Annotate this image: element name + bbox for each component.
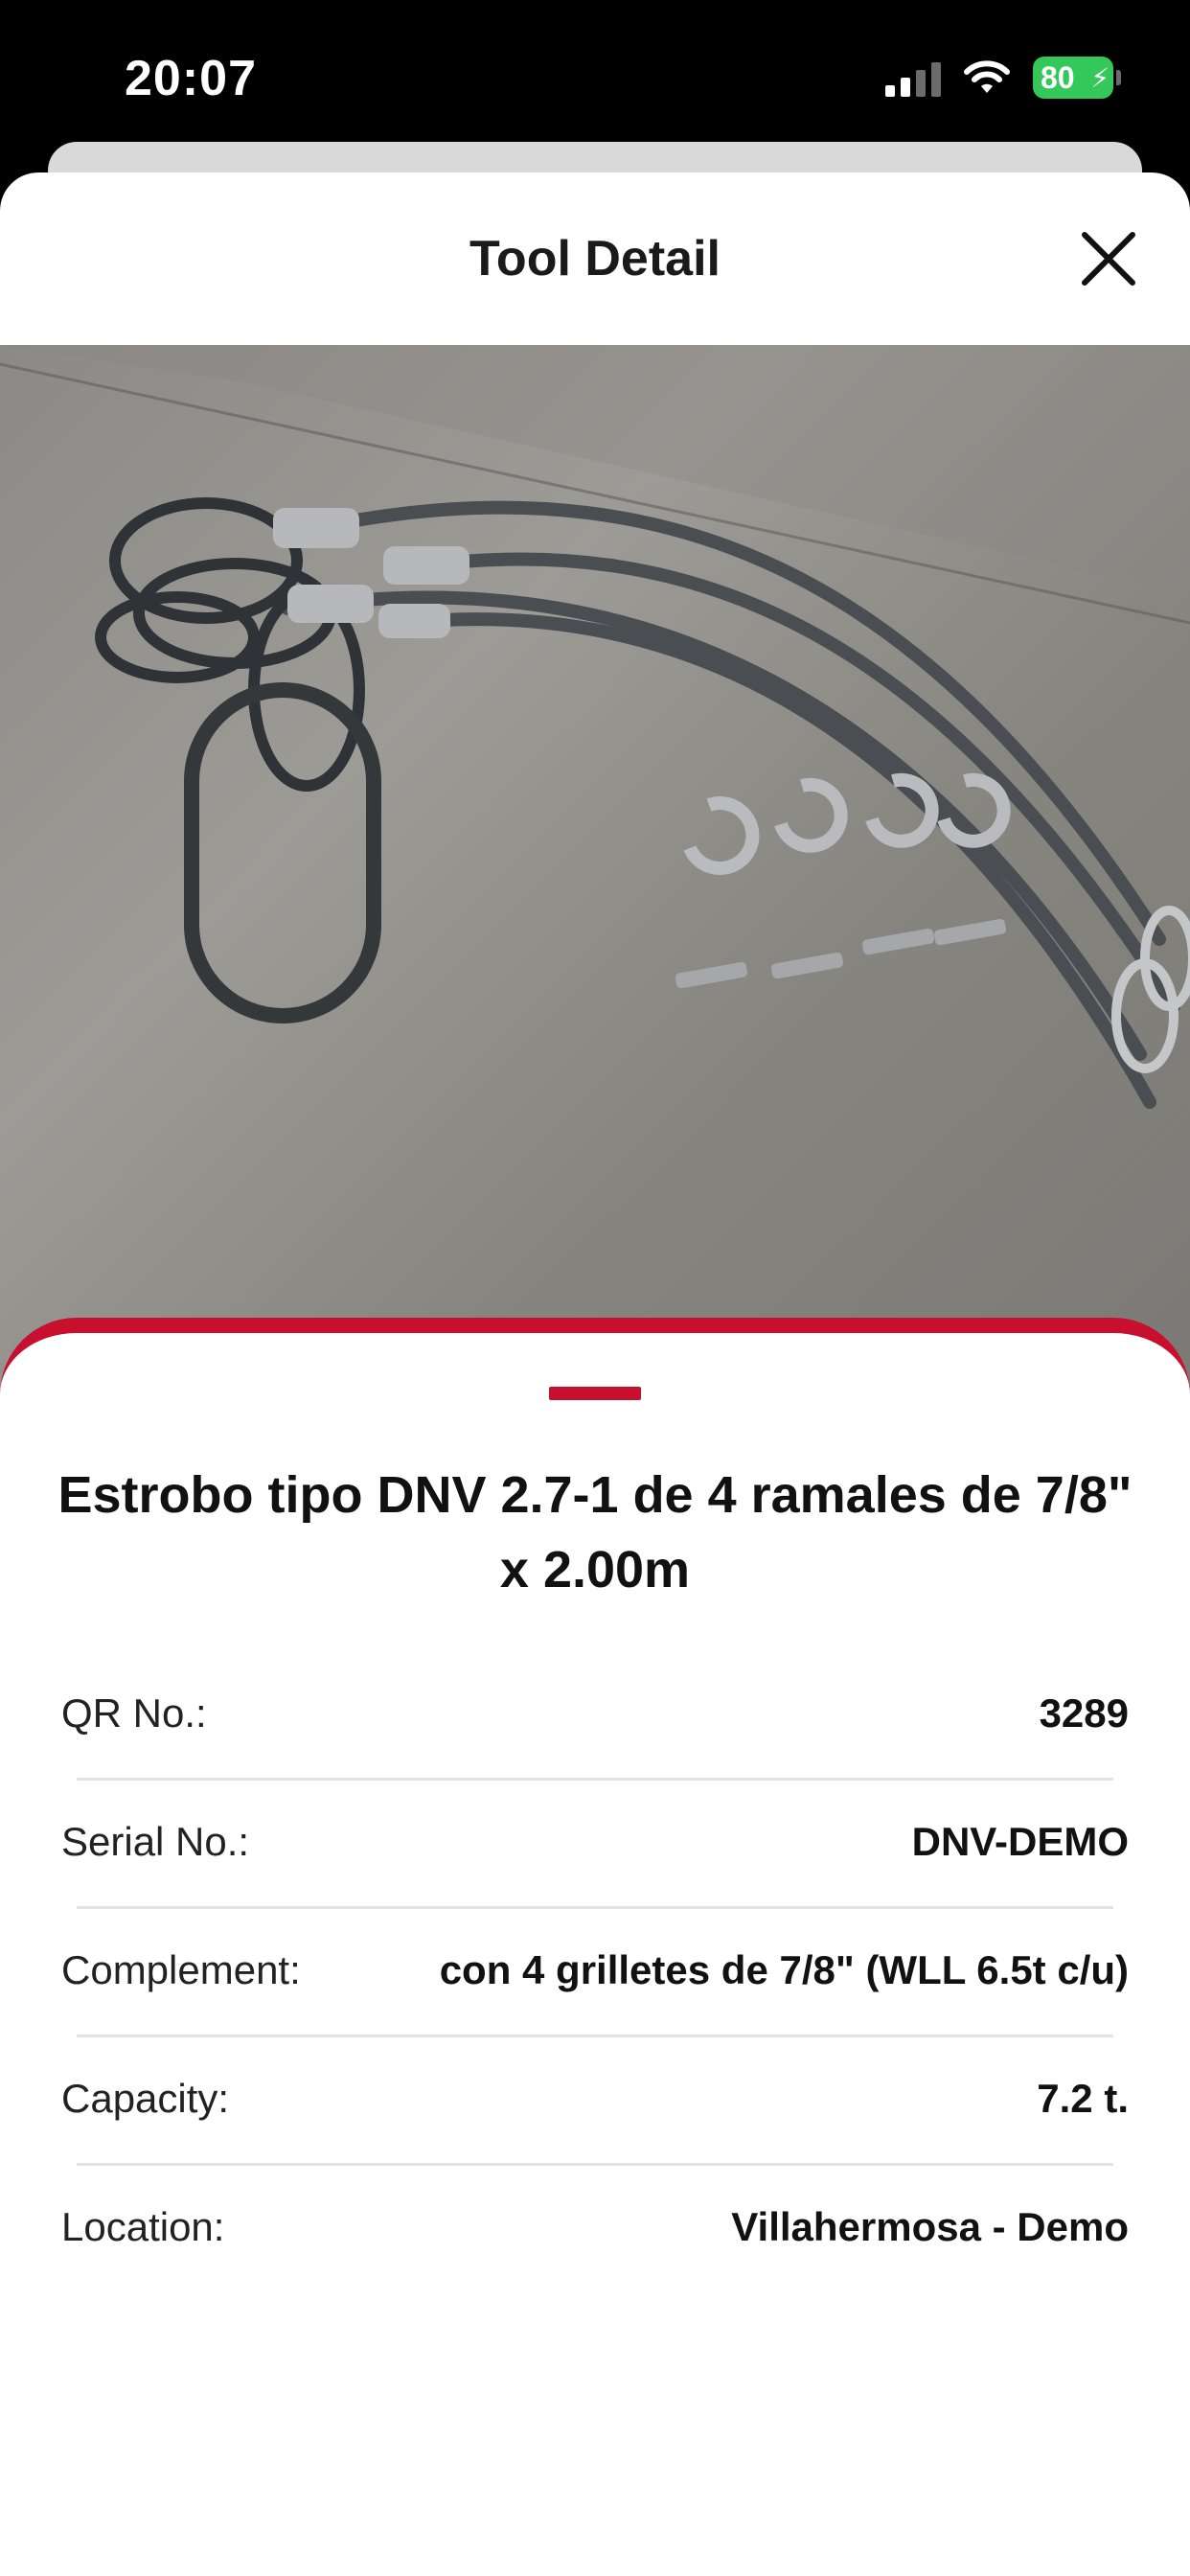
status-bar: 20:07 80 ⚡ [0, 0, 1190, 153]
wifi-icon [964, 60, 1010, 93]
serial-label: Serial No.: [61, 1819, 250, 1864]
sheet-title: Tool Detail [469, 231, 721, 287]
tool-info-list: QR No.: 3289 Serial No.: DNV-DEMO Comple… [61, 1649, 1129, 2291]
qr-value: 3289 [1039, 1690, 1129, 1736]
battery-level: 80 [1041, 59, 1075, 95]
tool-detail-card: Estrobo tipo DNV 2.7-1 de 4 ramales de 7… [0, 1318, 1190, 2576]
info-row-capacity: Capacity: 7.2 t. [61, 2035, 1129, 2163]
info-row-qr: QR No.: 3289 [61, 1649, 1129, 1778]
capacity-value: 7.2 t. [1037, 2076, 1129, 2121]
close-icon[interactable] [1075, 225, 1142, 292]
serial-value: DNV-DEMO [911, 1819, 1129, 1864]
tool-photo [0, 345, 1190, 1390]
charging-bolt-icon: ⚡ [1090, 63, 1110, 93]
tool-name: Estrobo tipo DNV 2.7-1 de 4 ramales de 7… [57, 1466, 1133, 1598]
location-label: Location: [61, 2204, 225, 2249]
complement-value: con 4 grilletes de 7/8" (WLL 6.5t c/u) [439, 1947, 1129, 1992]
drag-handle[interactable] [549, 1387, 641, 1400]
info-row-location: Location: Villahermosa - Demo [61, 2163, 1129, 2291]
location-value: Villahermosa - Demo [731, 2204, 1129, 2249]
sheet-header: Tool Detail [0, 172, 1190, 345]
battery-icon: 80 ⚡ [1033, 57, 1121, 99]
complement-label: Complement: [61, 1947, 301, 1992]
cellular-signal-icon [885, 58, 941, 97]
info-row-serial: Serial No.: DNV-DEMO [61, 1778, 1129, 1906]
tool-detail-sheet: Tool Detail Estrobo tipo DNV 2.7-1 de 4 … [0, 172, 1190, 2576]
status-icons: 80 ⚡ [885, 54, 1121, 102]
status-time: 20:07 [125, 51, 257, 106]
info-row-complement: Complement: con 4 grilletes de 7/8" (WLL… [61, 1906, 1129, 2035]
tool-photo-image [0, 345, 1190, 1109]
capacity-label: Capacity: [61, 2076, 230, 2121]
qr-label: QR No.: [61, 1690, 207, 1736]
